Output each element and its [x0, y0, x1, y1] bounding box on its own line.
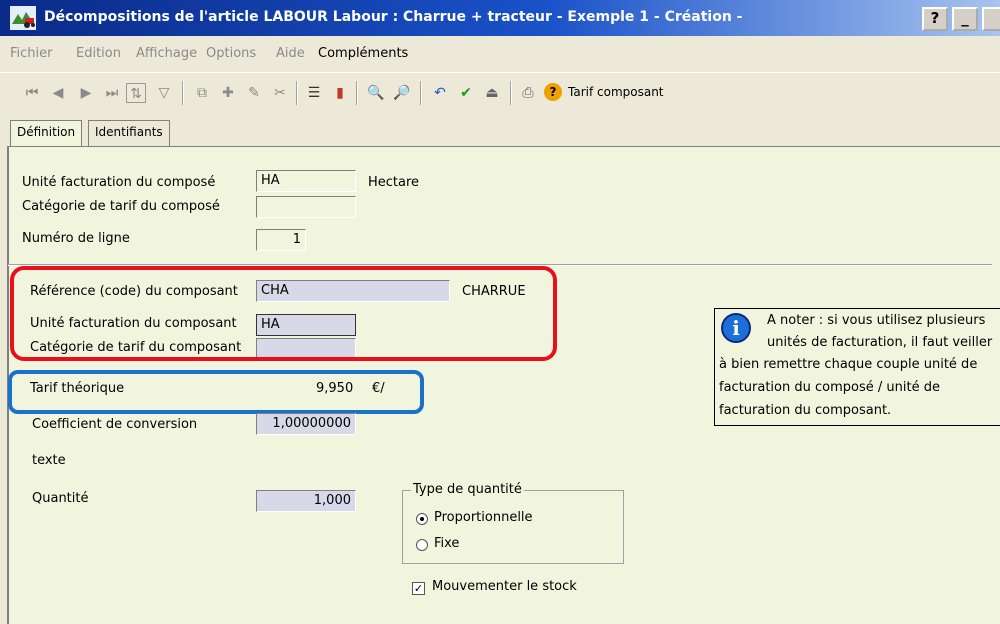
radio-proportionnelle-label[interactable]: Proportionnelle	[434, 510, 533, 525]
texte-label: texte	[32, 453, 66, 468]
toolbar: ⏮ ◀ ▶ ⏭ ⇅ ▽ ⧉ ✚ ✎ ✂ ☰ ▮ 🔍 🔎 ↶ ✔ ⏏ ⎙ ? Ta…	[0, 72, 1000, 112]
help-icon[interactable]: ?	[544, 83, 562, 101]
search-next-icon[interactable]: 🔎	[392, 83, 412, 103]
sort-icon[interactable]: ⇅	[126, 83, 146, 103]
menu-complements[interactable]: Compléments	[318, 46, 408, 61]
menu-fichier[interactable]: Fichier	[10, 46, 53, 61]
add-icon[interactable]: ✚	[218, 83, 238, 103]
note-line: à bien remettre chaque couple unité de	[719, 357, 978, 372]
undo-icon[interactable]: ↶	[430, 83, 450, 103]
menu-aide[interactable]: Aide	[276, 46, 305, 61]
tab-definition[interactable]: Définition	[10, 120, 83, 147]
minimize-button[interactable]: _	[952, 7, 978, 31]
window-left-border	[0, 146, 8, 624]
help-button[interactable]: ?	[922, 7, 948, 31]
toolbar-separator	[296, 81, 298, 105]
app-icon	[10, 6, 36, 30]
form-icon[interactable]: ▮	[330, 83, 350, 103]
quantite-label: Quantité	[32, 491, 89, 506]
mouvementer-checkbox[interactable]: ✓	[412, 582, 425, 595]
unite-compose-label: Unité facturation du composé	[22, 175, 216, 190]
first-record-icon[interactable]: ⏮	[22, 83, 42, 103]
menu-affichage[interactable]: Affichage	[136, 46, 197, 61]
note-line: unités de facturation, il faut veiller	[767, 335, 993, 350]
info-icon: i	[721, 313, 751, 343]
next-record-icon[interactable]: ▶	[76, 83, 96, 103]
title-bar: Décompositions de l'article LABOUR Labou…	[0, 0, 1000, 36]
toolbar-separator	[356, 81, 358, 105]
quantite-field[interactable]: 1,000	[256, 490, 356, 512]
edit-icon[interactable]: ✎	[244, 83, 264, 103]
window-title: Décompositions de l'article LABOUR Labou…	[44, 9, 743, 25]
toolbar-separator	[182, 81, 184, 105]
delete-icon[interactable]: ✂	[270, 83, 290, 103]
type-quantite-group: Type de quantité	[402, 482, 624, 564]
tab-strip: Définition Identifiants	[0, 112, 1000, 147]
menu-bar: Fichier Edition Affichage Options Aide C…	[0, 36, 1000, 72]
unite-compose-desc: Hectare	[368, 175, 420, 190]
toolbar-separator	[420, 81, 422, 105]
numero-ligne-label: Numéro de ligne	[22, 231, 130, 246]
categorie-compose-field[interactable]	[256, 196, 356, 218]
unite-compose-field[interactable]: HA	[256, 170, 356, 192]
note-line: A noter : si vous utilisez plusieurs	[767, 313, 986, 328]
last-record-icon[interactable]: ⏭	[102, 83, 122, 103]
menu-options[interactable]: Options	[206, 46, 256, 61]
radio-fixe-label[interactable]: Fixe	[434, 536, 459, 551]
toolbar-separator	[510, 81, 512, 105]
note-box: i A noter : si vous utilisez plusieurs u…	[714, 308, 1000, 426]
previous-record-icon[interactable]: ◀	[48, 83, 68, 103]
maximize-button[interactable]	[982, 7, 1000, 31]
search-icon[interactable]: 🔍	[366, 83, 386, 103]
exit-icon[interactable]: ⏏	[482, 83, 502, 103]
coefficient-label: Coefficient de conversion	[32, 417, 198, 432]
copy-icon[interactable]: ⧉	[192, 83, 212, 103]
type-quantite-title: Type de quantité	[411, 482, 524, 497]
note-line: facturation du composant.	[719, 403, 892, 418]
filter-icon[interactable]: ▽	[154, 83, 174, 103]
menu-edition[interactable]: Edition	[76, 46, 121, 61]
print-icon[interactable]: ⎙	[518, 83, 538, 103]
mouvementer-label[interactable]: Mouvementer le stock	[432, 579, 577, 594]
list-icon[interactable]: ☰	[304, 83, 324, 103]
validate-icon[interactable]: ✔	[456, 83, 476, 103]
numero-ligne-field[interactable]: 1	[256, 229, 306, 251]
radio-fixe[interactable]	[416, 539, 428, 551]
highlight-red-box	[10, 266, 557, 361]
tab-identifiants[interactable]: Identifiants	[88, 120, 170, 146]
tarif-composant-button[interactable]: Tarif composant	[568, 85, 664, 99]
categorie-compose-label: Catégorie de tarif du composé	[22, 199, 220, 214]
radio-proportionnelle[interactable]	[416, 513, 428, 525]
coefficient-field[interactable]: 1,00000000	[256, 413, 356, 435]
note-line: facturation du composé / unité de	[719, 380, 940, 395]
highlight-blue-box	[8, 370, 424, 414]
